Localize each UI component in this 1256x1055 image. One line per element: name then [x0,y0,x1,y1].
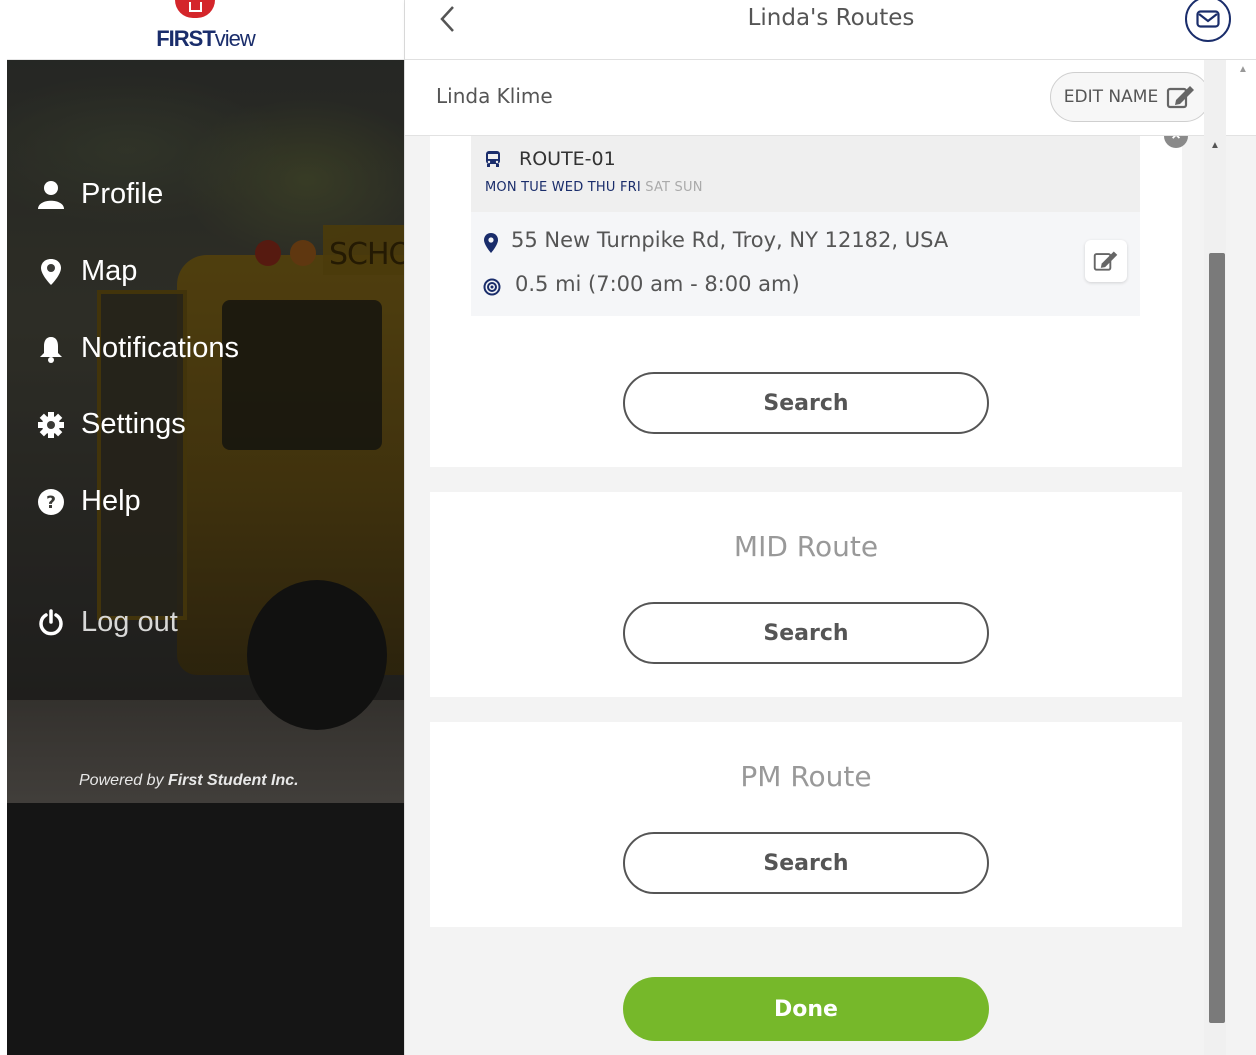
pm-route-card: PM Route Search [430,722,1182,927]
messages-button[interactable] [1185,0,1231,42]
edit-stop-button[interactable] [1085,240,1127,282]
day-inactive: SUN [674,180,703,195]
am-search-button[interactable]: Search [623,372,989,434]
firstview-logo-icon [175,0,215,18]
close-icon: × [1171,136,1180,145]
bell-icon [37,334,67,364]
day-active: THU [587,180,616,195]
sidebar-item-help[interactable]: ? Help [37,485,141,518]
main-panel: Linda's Routes Linda Klime EDIT NAME ROU… [404,0,1256,1055]
mid-route-card: MID Route Search [430,492,1182,697]
sidebar-item-label: Help [81,485,141,517]
sidebar-item-profile[interactable]: Profile [37,178,163,211]
sidebar-item-logout[interactable]: Log out [37,606,178,639]
pencil-square-icon [1167,86,1195,109]
powered-by-text: Powered by First Student Inc. [79,772,299,789]
target-icon [483,278,501,296]
power-icon [37,608,67,638]
day-active: MON [485,180,517,195]
envelope-icon [1196,10,1220,28]
map-pin-icon [484,233,498,253]
remove-route-button[interactable]: × [1164,136,1188,148]
sidebar-item-notifications[interactable]: Notifications [37,332,239,365]
route-name: ROUTE-01 [519,148,616,170]
done-button[interactable]: Done [623,977,989,1041]
profile-name-bar: Linda Klime EDIT NAME [405,60,1256,136]
stop-distance-time: 0.5 mi (7:00 am - 8:00 am) [515,272,800,296]
pm-route-title: PM Route [740,760,872,793]
top-bar: Linda's Routes [405,0,1256,60]
page-title: Linda's Routes [747,5,915,31]
day-active: WED [551,180,584,195]
sidebar-item-label: Settings [81,408,186,440]
sidebar-item-label: Profile [81,178,164,210]
brand-bar: FIRSTview [7,0,404,60]
day-active: FRI [619,180,641,195]
route-stop: 55 New Turnpike Rd, Troy, NY 12182, USA … [471,212,1140,316]
help-circle-icon: ? [37,487,67,517]
sidebar-item-map[interactable]: Map [37,255,137,288]
rider-name: Linda Klime [436,84,553,108]
brand-wordmark: FIRSTview [156,26,256,51]
user-icon [37,180,67,210]
mid-search-button[interactable]: Search [623,602,989,664]
pm-search-button[interactable]: Search [623,832,989,894]
gear-icon [37,410,67,440]
mid-route-title: MID Route [733,530,879,563]
sidebar-item-settings[interactable]: Settings [37,408,186,441]
svg-text:?: ? [46,493,56,513]
scroll-up-arrow-icon[interactable]: ▲ [1210,140,1220,151]
route-box: ROUTE-01 MON TUE WED THU FRI SAT SUN × 5… [471,136,1188,316]
sidebar-item-label: Notifications [81,332,239,364]
sidebar-item-label: Log out [81,606,178,638]
scrollbar-thumb[interactable] [1209,253,1225,1023]
route-header: ROUTE-01 MON TUE WED THU FRI SAT SUN [471,136,1140,212]
bus-icon [486,151,500,167]
sidebar: FIRSTview SCHOOL Profile Map [0,0,404,1055]
route-days: MON TUE WED THU FRI SAT SUN [485,180,703,195]
stop-address: 55 New Turnpike Rd, Troy, NY 12182, USA [511,228,949,252]
day-inactive: SAT [645,180,671,195]
school-bus-hero-image: SCHOOL Profile Map Notificat [7,60,404,803]
edit-name-button[interactable]: EDIT NAME [1050,72,1210,122]
sidebar-item-label: Map [81,255,138,287]
scrollbar[interactable]: ▲ [1204,60,1226,1055]
am-route-card: ROUTE-01 MON TUE WED THU FRI SAT SUN × 5… [430,136,1188,467]
day-active: TUE [521,180,548,195]
pencil-square-icon [1093,251,1118,271]
page-scroll-up-arrow-icon[interactable]: ▲ [1238,64,1248,75]
routes-scroll-area[interactable]: ROUTE-01 MON TUE WED THU FRI SAT SUN × 5… [405,136,1256,1055]
map-pin-icon [37,257,67,287]
edit-name-label: EDIT NAME [1063,87,1159,107]
